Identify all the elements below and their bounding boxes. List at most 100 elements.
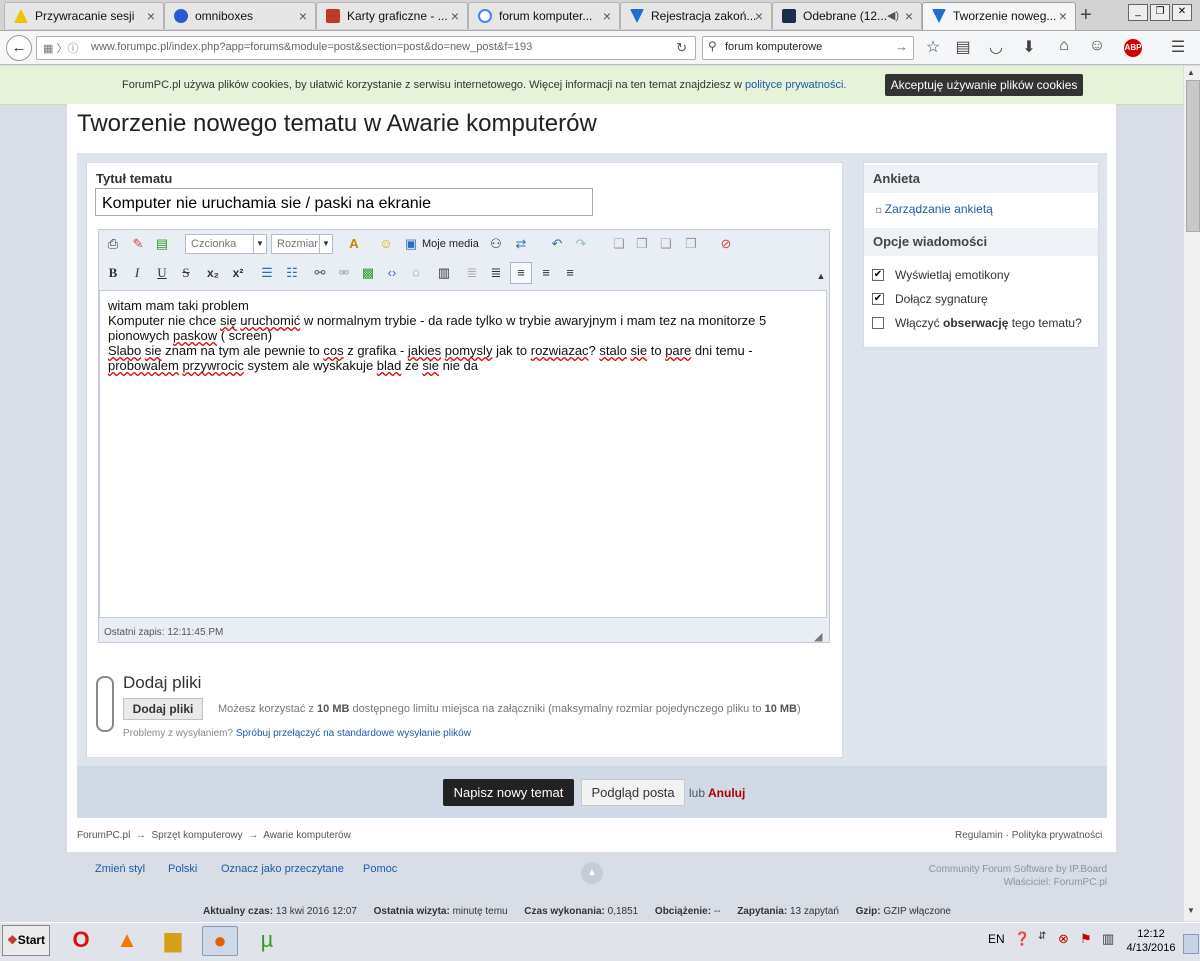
search-input[interactable]: forum komputerowe xyxy=(725,41,822,53)
tab-tworzenie-tematu[interactable]: Tworzenie noweg... × xyxy=(922,2,1076,30)
reload-icon[interactable]: ↻ xyxy=(676,40,687,56)
close-tab-icon[interactable]: × xyxy=(147,3,155,29)
undo-icon[interactable]: ↶ xyxy=(547,234,567,254)
reading-list-icon[interactable]: ▤ xyxy=(953,37,973,57)
home-icon[interactable]: ⌂ xyxy=(1054,37,1074,55)
help-tray-icon[interactable]: ❓ xyxy=(1014,931,1030,947)
cancel-link[interactable]: Anuluj xyxy=(708,786,745,800)
speaker-icon[interactable]: ◀) xyxy=(887,3,899,29)
subscript-icon[interactable]: x₂ xyxy=(203,263,223,283)
breadcrumb-item[interactable]: ForumPC.pl xyxy=(77,830,130,841)
rules-link[interactable]: Regulamin xyxy=(955,830,1003,841)
paste-text-icon[interactable]: ▤ xyxy=(152,234,172,254)
pocket-icon[interactable]: ◡ xyxy=(986,37,1006,57)
paste-word-icon[interactable]: ❒ xyxy=(681,234,701,254)
language-link[interactable]: Polski xyxy=(168,863,197,875)
follow-topic-checkbox[interactable] xyxy=(872,317,884,329)
post-new-topic-button[interactable]: Napisz nowy temat xyxy=(443,779,574,806)
manage-poll-link[interactable]: ◘ Zarządzanie ankietą xyxy=(876,202,993,216)
address-bar[interactable]: ▦ 〉ⓘ www.forumpc.pl/index.php?app=forums… xyxy=(36,36,696,60)
tab-omniboxes[interactable]: omniboxes × xyxy=(164,2,316,29)
paste-icon[interactable]: ❑ xyxy=(656,234,676,254)
align-left-icon[interactable]: ≡ xyxy=(510,262,532,284)
start-button[interactable]: ❖Start xyxy=(2,925,50,956)
tray-expand-icon[interactable]: ⇵ xyxy=(1038,931,1046,942)
indent-increase-icon[interactable]: ≣ xyxy=(486,263,506,283)
system-clock[interactable]: 12:12 4/13/2016 xyxy=(1124,927,1178,955)
show-desktop-button[interactable] xyxy=(1183,934,1199,954)
menu-icon[interactable]: ☰ xyxy=(1168,37,1188,57)
replace-icon[interactable]: ⇄ xyxy=(511,234,531,254)
scroll-down-arrow-icon[interactable]: ▼ xyxy=(1187,906,1195,915)
volume-tray-icon[interactable]: ▥ xyxy=(1102,931,1114,947)
search-bar[interactable]: ⚲ forum komputerowe → xyxy=(702,36,914,60)
help-link[interactable]: Pomoc xyxy=(363,863,397,875)
font-select[interactable]: Czcionka ▼ xyxy=(185,234,267,254)
underline-icon[interactable]: U xyxy=(152,263,172,283)
attach-signature-checkbox[interactable]: ✔ xyxy=(872,293,884,305)
minimize-window-button[interactable]: _ xyxy=(1128,4,1148,21)
emoticon-icon[interactable]: ☺ xyxy=(376,234,396,254)
utorrent-icon[interactable]: µ xyxy=(252,926,282,954)
accept-cookies-button[interactable]: Akceptuję używanie plików cookies xyxy=(885,74,1083,96)
size-select[interactable]: Rozmiar ▼ xyxy=(271,234,333,254)
tab-odebrane[interactable]: Odebrane (12... ◀) × xyxy=(772,2,922,29)
standard-upload-link[interactable]: Spróbuj przełączyć na standardowe wysyła… xyxy=(236,728,471,739)
vlc-icon[interactable]: ▲ xyxy=(112,926,142,954)
copy-icon[interactable]: ❏ xyxy=(609,234,629,254)
network-tray-icon[interactable]: ⚑ xyxy=(1080,931,1092,947)
close-tab-icon[interactable]: × xyxy=(1059,3,1067,29)
close-window-button[interactable]: ✕ xyxy=(1172,4,1192,21)
numbered-list-icon[interactable]: ☷ xyxy=(282,263,302,283)
privacy-link[interactable]: Polityka prywatności xyxy=(1012,830,1103,841)
code-icon[interactable]: ‹› xyxy=(382,263,402,283)
close-tab-icon[interactable]: × xyxy=(603,3,611,29)
strikethrough-icon[interactable]: S xyxy=(176,263,196,283)
tab-forum-komputerowe[interactable]: forum komputer... × xyxy=(468,2,620,29)
align-center-icon[interactable]: ≡ xyxy=(536,263,556,283)
italic-icon[interactable]: I xyxy=(127,263,147,283)
text-color-icon[interactable]: A xyxy=(344,234,364,254)
preview-post-button[interactable]: Podgląd posta xyxy=(581,779,685,806)
page-info-icon[interactable]: ▦ 〉ⓘ xyxy=(43,40,78,56)
new-tab-button[interactable]: + xyxy=(1080,3,1092,27)
indent-decrease-icon[interactable]: ≣ xyxy=(462,263,482,283)
downloads-icon[interactable]: ⬇ xyxy=(1019,37,1039,57)
find-icon[interactable]: ⚇ xyxy=(486,234,506,254)
restore-window-button[interactable]: ❐ xyxy=(1150,4,1170,21)
tab-rejestracja[interactable]: Rejestracja zakoń... × xyxy=(620,2,772,29)
change-style-link[interactable]: Zmień styl xyxy=(95,863,145,875)
media-icon[interactable]: ▣ xyxy=(401,234,421,254)
firefox-icon[interactable]: ● xyxy=(202,926,238,956)
breadcrumb-item[interactable]: Awarie komputerów xyxy=(263,830,351,841)
image-icon[interactable]: ▩ xyxy=(358,263,378,283)
back-to-top-icon[interactable]: ▲ xyxy=(581,862,603,884)
tab-karty-graficzne[interactable]: Karty graficzne - ... × xyxy=(316,2,468,29)
cut-icon[interactable]: ❐ xyxy=(632,234,652,254)
close-tab-icon[interactable]: × xyxy=(299,3,307,29)
add-files-button[interactable]: Dodaj pliki xyxy=(123,698,203,720)
autosave-icon[interactable]: ⊘ xyxy=(716,234,736,254)
quote-icon[interactable]: ◌ xyxy=(406,263,426,283)
superscript-icon[interactable]: x² xyxy=(228,263,248,283)
bullet-list-icon[interactable]: ☰ xyxy=(257,263,277,283)
hello-chat-icon[interactable]: ☺ xyxy=(1087,37,1107,55)
resize-handle-icon[interactable]: ◢ xyxy=(814,630,822,643)
remove-format-icon[interactable]: ✎ xyxy=(128,234,148,254)
link-icon[interactable]: ⚯ xyxy=(310,263,330,283)
topic-title-input[interactable]: Komputer nie uruchamia sie / paski na ek… xyxy=(95,188,593,216)
source-mode-icon[interactable]: ⎙ xyxy=(103,234,123,254)
spoiler-icon[interactable]: ▥ xyxy=(434,263,454,283)
redo-icon[interactable]: ↷ xyxy=(571,234,591,254)
language-indicator[interactable]: EN xyxy=(988,932,1005,946)
unlink-icon[interactable]: ⚮ xyxy=(334,263,354,283)
mark-read-link[interactable]: Oznacz jako przeczytane xyxy=(221,863,344,875)
collapse-toolbar-icon[interactable]: ▲ xyxy=(811,266,831,286)
privacy-policy-link[interactable]: polityce prywatności. xyxy=(745,79,847,91)
adblock-plus-icon[interactable]: ABP xyxy=(1120,37,1146,57)
message-textarea[interactable]: witam mam taki problem Komputer nie chce… xyxy=(99,290,827,618)
my-media-button[interactable]: Moje media xyxy=(422,238,479,250)
scroll-up-arrow-icon[interactable]: ▲ xyxy=(1187,68,1195,77)
show-emoticons-checkbox[interactable]: ✔ xyxy=(872,269,884,281)
page-scrollbar[interactable]: ▲ ▼ xyxy=(1183,66,1200,921)
